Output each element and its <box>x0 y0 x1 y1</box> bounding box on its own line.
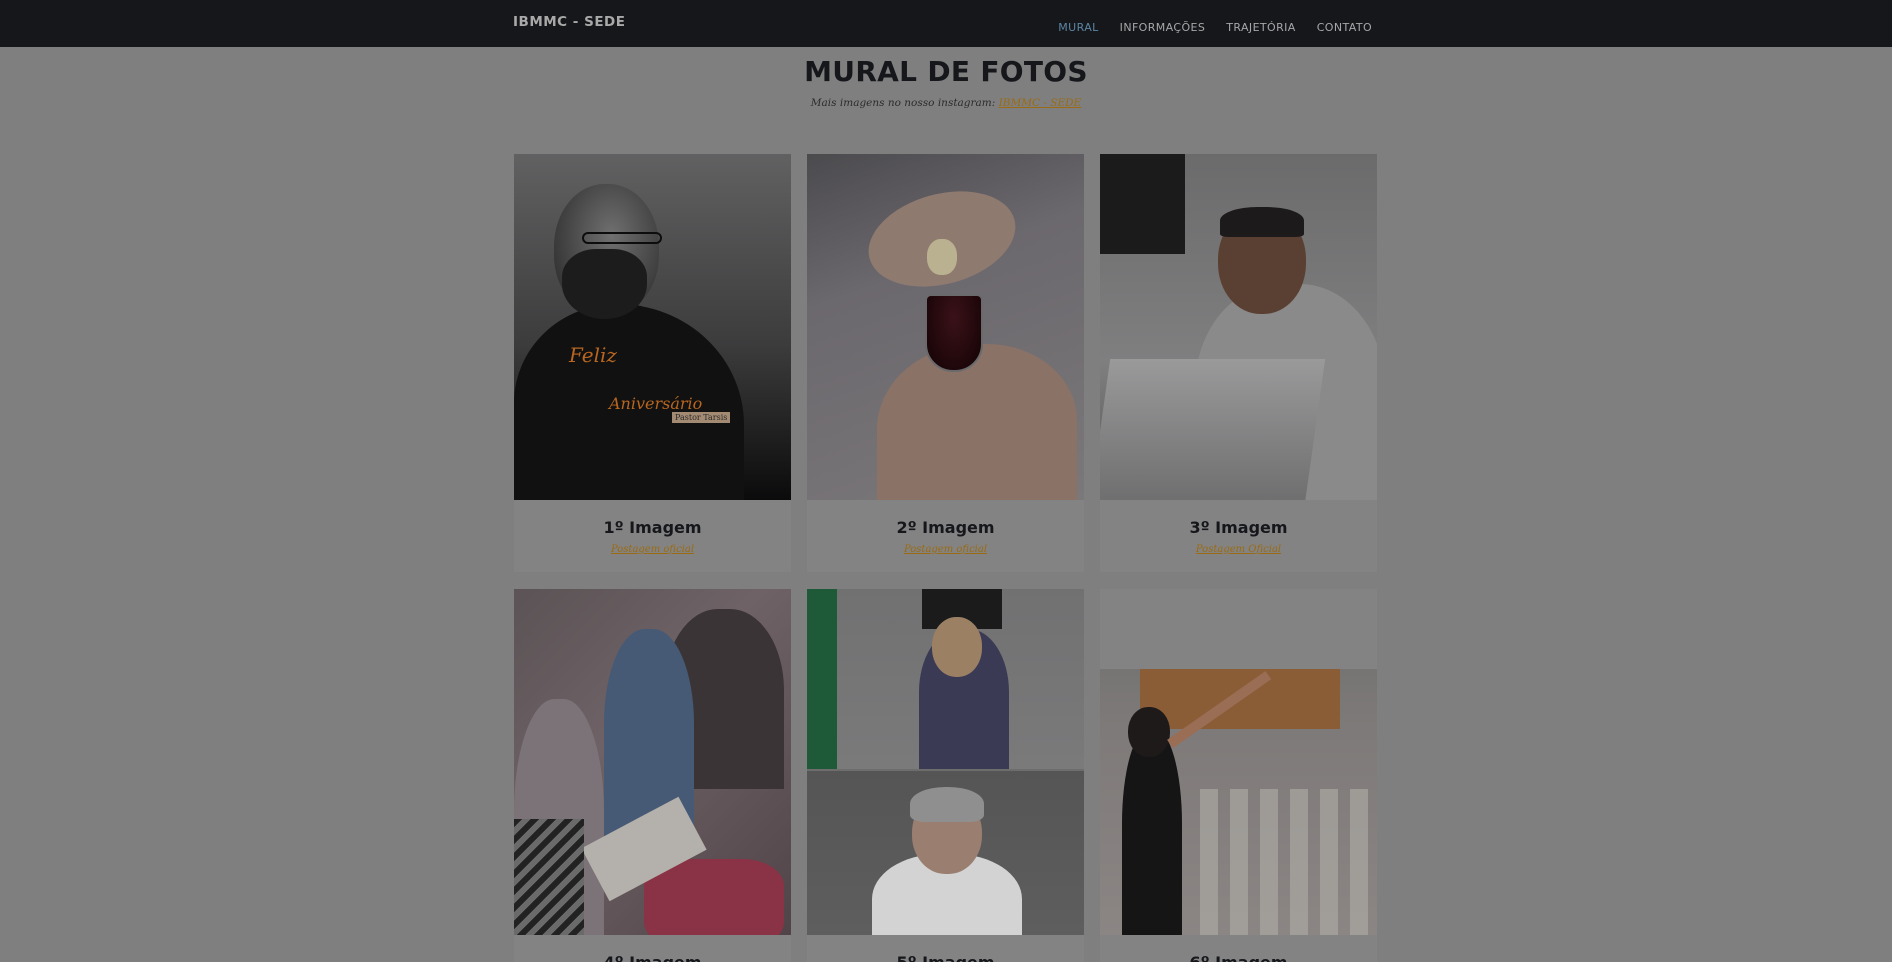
photo-shape <box>932 617 982 677</box>
photo-shape <box>1200 789 1377 935</box>
photo-card: 6º Imagem <box>1100 589 1377 962</box>
brand-link[interactable]: IBMMC - SEDE <box>513 14 625 30</box>
nav-item-mural: MURAL <box>1058 16 1098 35</box>
nav-link-trajetoria[interactable]: TRAJETÓRIA <box>1226 21 1295 34</box>
photo-tag-text: Pastor Tarsis <box>672 412 731 423</box>
photo-shape <box>807 589 837 769</box>
card-title: 1º Imagem <box>603 518 702 537</box>
photo-shape <box>927 239 957 275</box>
nav-item-trajetoria: TRAJETÓRIA <box>1226 16 1295 35</box>
photo-shape <box>910 787 984 822</box>
photo-card: 4º Imagem <box>514 589 791 962</box>
card-title: 2º Imagem <box>896 518 995 537</box>
navbar: IBMMC - SEDE MURAL INFORMAÇÕES TRAJETÓRI… <box>0 0 1892 47</box>
photo-image <box>807 589 1084 935</box>
card-body: 2º Imagem Postagem oficial <box>807 500 1084 572</box>
photo-shape <box>1100 589 1377 669</box>
photo-card: 5º Imagem <box>807 589 1084 962</box>
photo-script-text: Aniversário <box>609 394 703 413</box>
card-body: 5º Imagem <box>807 935 1084 962</box>
photo-shape <box>562 249 647 319</box>
nav-menu: MURAL INFORMAÇÕES TRAJETÓRIA CONTATO <box>1058 16 1372 35</box>
card-link[interactable]: Postagem oficial <box>611 544 694 555</box>
nav-item-informacoes: INFORMAÇÕES <box>1120 16 1206 35</box>
card-link[interactable]: Postagem Oficial <box>1196 544 1281 555</box>
card-body: 6º Imagem <box>1100 935 1377 962</box>
photo-shape <box>1220 207 1304 237</box>
photo-image <box>1100 154 1377 500</box>
photo-shape <box>1100 154 1185 254</box>
photo-image <box>514 589 791 935</box>
photo-image <box>807 154 1084 500</box>
photo-shape <box>877 344 1077 500</box>
photo-shape <box>1128 707 1170 757</box>
card-title: 5º Imagem <box>807 953 1084 962</box>
nav-link-mural[interactable]: MURAL <box>1058 21 1098 34</box>
card-body: 4º Imagem <box>514 935 791 962</box>
nav-item-contato: CONTATO <box>1317 16 1372 35</box>
photo-grid: Feliz Aniversário Pastor Tarsis 1º Image… <box>514 154 1377 962</box>
card-title: 6º Imagem <box>1100 953 1377 962</box>
nav-link-contato[interactable]: CONTATO <box>1317 21 1372 34</box>
photo-shape <box>1100 359 1326 500</box>
nav-link-informacoes[interactable]: INFORMAÇÕES <box>1120 21 1206 34</box>
photo-shape <box>514 819 584 935</box>
photo-card: Feliz Aniversário Pastor Tarsis 1º Image… <box>514 154 791 572</box>
photo-shape <box>1122 729 1182 935</box>
photo-script-text: Feliz <box>569 343 617 367</box>
photo-shape <box>925 294 983 372</box>
card-link[interactable]: Postagem oficial <box>904 544 987 555</box>
photo-shape <box>582 232 662 244</box>
page-title: MURAL DE FOTOS <box>804 55 1088 88</box>
page-subtitle: Mais imagens no nosso instagram: IBMMC -… <box>0 97 1892 109</box>
photo-card: 3º Imagem Postagem Oficial <box>1100 154 1377 572</box>
photo-image <box>1100 589 1377 935</box>
card-title: 4º Imagem <box>514 953 791 962</box>
card-title: 3º Imagem <box>1189 518 1288 537</box>
subtitle-text: Mais imagens no nosso instagram: <box>810 97 999 109</box>
photo-card: 2º Imagem Postagem oficial <box>807 154 1084 572</box>
card-body: 3º Imagem Postagem Oficial <box>1100 500 1377 572</box>
card-body: 1º Imagem Postagem oficial <box>514 500 791 572</box>
instagram-link[interactable]: IBMMC - SEDE <box>999 97 1082 109</box>
photo-image: Feliz Aniversário Pastor Tarsis <box>514 154 791 500</box>
